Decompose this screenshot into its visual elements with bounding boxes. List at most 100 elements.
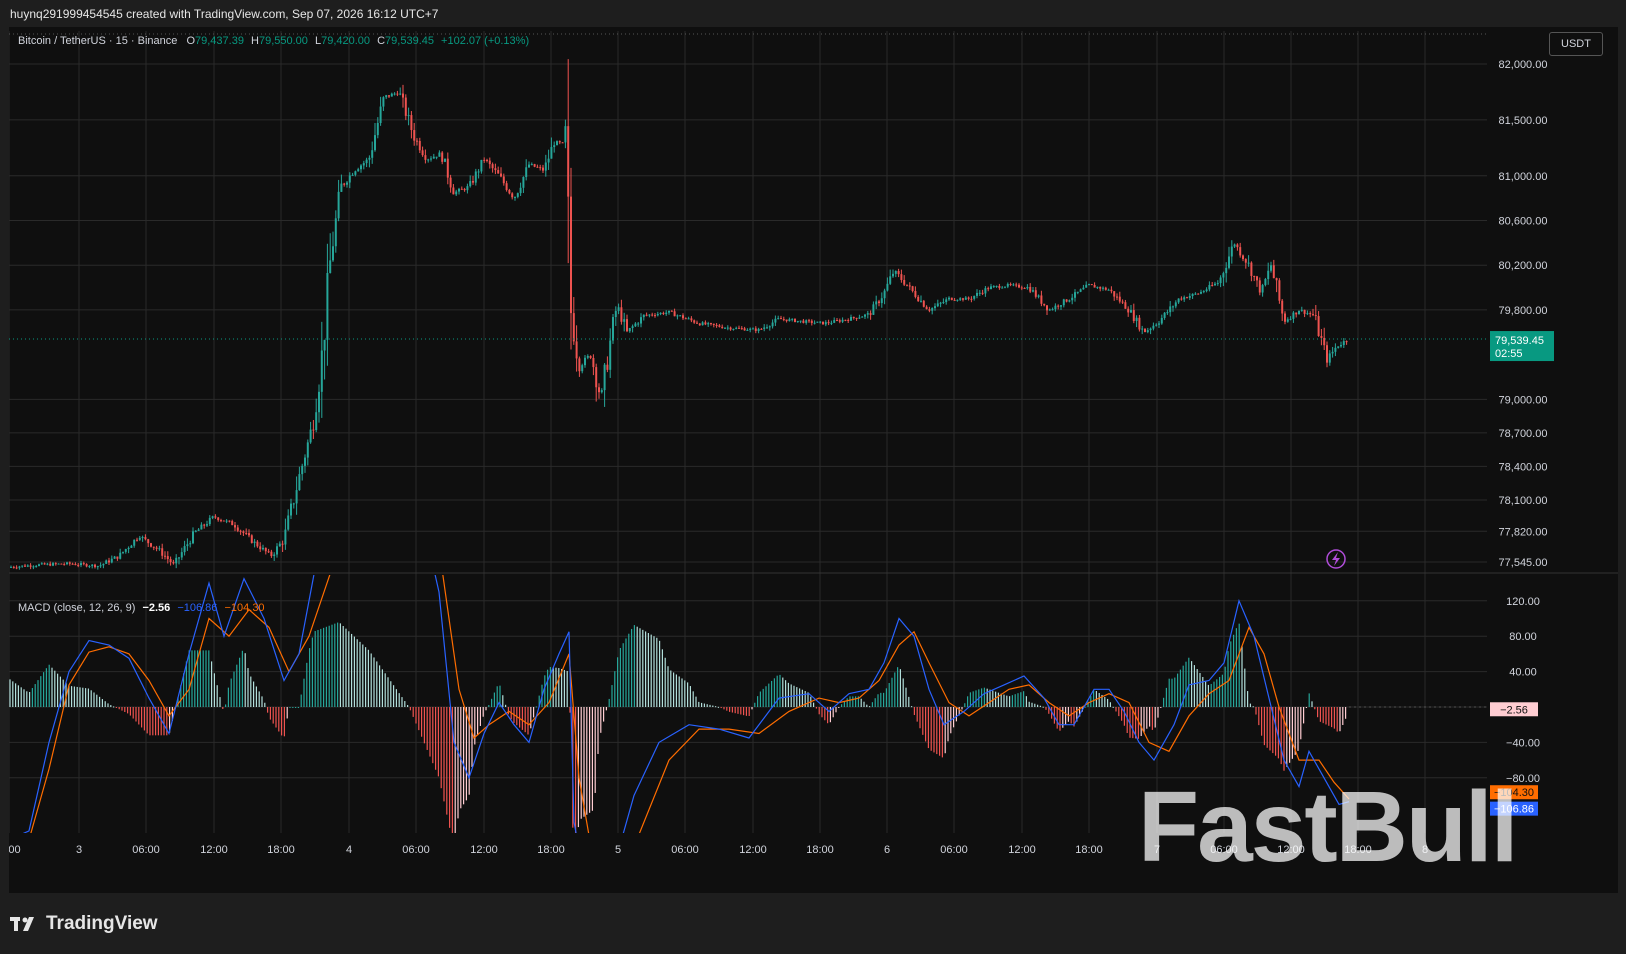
candle-body xyxy=(738,327,740,329)
macd-histogram-bar xyxy=(1249,703,1251,707)
candle-body xyxy=(1345,341,1348,343)
candle xyxy=(1345,340,1348,345)
candle-body xyxy=(458,188,460,192)
candle-body xyxy=(346,182,348,185)
candle xyxy=(500,167,502,178)
candle xyxy=(231,519,234,526)
candle-body xyxy=(782,319,785,321)
candle xyxy=(1113,291,1116,301)
candle xyxy=(172,559,175,565)
candle-body xyxy=(892,273,894,277)
candle xyxy=(379,96,382,126)
candle xyxy=(24,563,26,568)
macd-histogram-bar xyxy=(440,707,442,789)
price-tick-label: 78,400.00 xyxy=(1499,461,1548,473)
macd-histogram-bar xyxy=(818,707,820,715)
macd-histogram-bar xyxy=(152,707,154,736)
macd-histogram-bar xyxy=(983,687,985,707)
candle-body xyxy=(152,546,155,548)
candle-body xyxy=(1303,309,1306,314)
candle-body xyxy=(500,173,502,177)
candle xyxy=(1205,287,1208,293)
candle xyxy=(984,286,987,297)
candle xyxy=(917,295,920,302)
candle xyxy=(74,562,77,566)
macd-histogram-bar xyxy=(922,707,924,735)
candle xyxy=(40,562,43,565)
macd-histogram-bar xyxy=(720,707,722,709)
candle xyxy=(578,356,581,377)
candle xyxy=(304,454,306,473)
candle-body xyxy=(1018,284,1020,288)
candle xyxy=(721,324,724,329)
candle xyxy=(298,466,301,491)
macd-histogram-bar xyxy=(880,692,882,707)
candle-body xyxy=(1194,293,1197,295)
macd-histogram-bar xyxy=(281,707,283,736)
candle-body xyxy=(606,364,609,370)
macd-histogram-bar xyxy=(48,664,50,707)
macd-histogram-bar xyxy=(765,686,767,707)
candle xyxy=(768,325,771,331)
macd-histogram-bar xyxy=(1275,707,1277,756)
macd-histogram-bar xyxy=(96,694,98,707)
low-value: 79,420.00 xyxy=(321,35,371,47)
candle-body xyxy=(186,544,189,547)
macd-histogram-bar xyxy=(121,707,123,711)
macd-histogram-bar xyxy=(199,650,201,707)
candle-body xyxy=(1258,280,1261,293)
candle xyxy=(1331,346,1334,358)
candle xyxy=(203,523,206,529)
candle-body xyxy=(150,543,152,547)
candle xyxy=(217,516,220,522)
macd-histogram-bar xyxy=(1020,692,1022,707)
candle-body xyxy=(917,296,920,302)
candle xyxy=(474,168,477,186)
candle-body xyxy=(1219,277,1222,284)
candle xyxy=(707,321,710,327)
macd-histogram-bar xyxy=(605,707,607,711)
candle-body xyxy=(640,317,642,324)
candle xyxy=(735,326,738,330)
candle-body xyxy=(222,520,225,522)
candle xyxy=(1295,312,1298,318)
macd-histogram-bar xyxy=(1160,707,1162,708)
macd-histogram-bar xyxy=(15,683,17,707)
candle xyxy=(1009,282,1012,287)
macd-histogram-bar xyxy=(1177,673,1179,707)
macd-histogram-bar xyxy=(141,707,143,728)
currency-button[interactable]: USDT xyxy=(1549,32,1603,56)
candle-body xyxy=(533,164,536,167)
candle-body xyxy=(242,531,245,534)
macd-histogram-bar xyxy=(533,707,535,718)
candle xyxy=(864,313,866,319)
chart-canvas[interactable]: 82,000.00 81,500.00 81,000.00 80,600.00 80,2… xyxy=(9,27,1618,893)
candle xyxy=(603,363,606,407)
candle xyxy=(726,325,729,331)
candle xyxy=(1062,298,1065,308)
macd-histogram-bar xyxy=(1303,707,1305,724)
candle-body xyxy=(362,163,365,166)
candle-body xyxy=(1295,312,1298,315)
candle xyxy=(508,188,511,195)
macd-histogram-bar xyxy=(759,691,761,707)
candle-body xyxy=(894,271,897,274)
candle xyxy=(396,90,399,97)
candle-body xyxy=(1267,270,1270,280)
candle-body xyxy=(1337,346,1340,348)
candle xyxy=(1110,286,1113,294)
candle-body xyxy=(928,309,931,311)
candle-body xyxy=(900,274,903,280)
candle-body xyxy=(320,350,323,392)
candle xyxy=(698,322,701,326)
price-tick-label: 78,700.00 xyxy=(1499,428,1548,440)
candle xyxy=(150,542,152,548)
time-tick-label: 18:00 xyxy=(1075,844,1103,856)
candle xyxy=(928,306,931,313)
candle xyxy=(967,296,970,301)
candle-body xyxy=(788,319,791,322)
candle xyxy=(572,297,575,345)
macd-histogram-bar xyxy=(17,685,19,707)
macd-histogram-bar xyxy=(342,626,344,707)
candle xyxy=(1163,312,1166,320)
